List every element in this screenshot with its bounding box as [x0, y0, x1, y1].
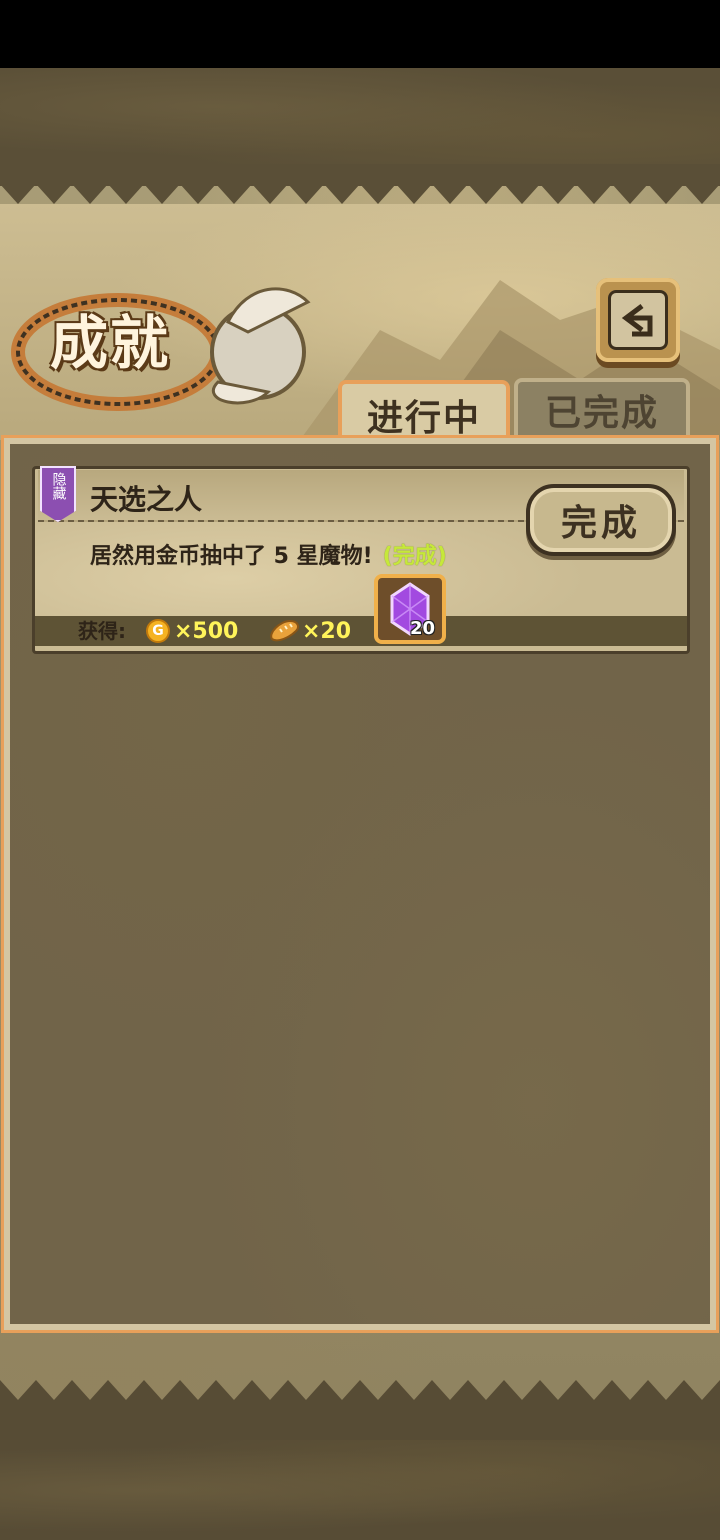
- page-title: 成就: [50, 309, 171, 377]
- hidden-badge: 隐藏: [40, 466, 76, 522]
- achievement-status: (完成): [382, 544, 447, 569]
- return-arrow-icon: [621, 304, 653, 337]
- zigzag-top-border: [0, 164, 720, 204]
- gold-coin-icon: G: [146, 619, 170, 643]
- complete-button[interactable]: 完成: [526, 484, 676, 556]
- reward-bread-amount: ×20: [302, 618, 352, 644]
- achievement-description: 居然用金币抽中了 5 星魔物! (完成): [90, 538, 447, 570]
- zigzag-bottom-border: [0, 1380, 720, 1442]
- reward-gem-amount: 20: [410, 618, 436, 639]
- back-button[interactable]: [596, 278, 680, 362]
- reward-gold-amount: ×500: [174, 618, 239, 644]
- achievement-title: 天选之人: [90, 483, 203, 516]
- tab-completed[interactable]: 已完成: [514, 378, 690, 438]
- map-background-top: [0, 68, 720, 164]
- reward-bar: [35, 616, 687, 646]
- bread-icon: [270, 619, 299, 642]
- badge-label: 隐藏: [50, 472, 67, 500]
- tab-in-progress[interactable]: 进行中: [338, 380, 510, 446]
- map-background-bottom: [0, 1440, 720, 1540]
- reward-bread: ×20: [268, 616, 351, 646]
- reward-label: 获得:: [78, 619, 126, 643]
- achievement-description-text: 居然用金币抽中了 5 星魔物!: [90, 544, 373, 569]
- status-bar: [0, 0, 720, 68]
- reward-gold: G ×500: [146, 616, 238, 646]
